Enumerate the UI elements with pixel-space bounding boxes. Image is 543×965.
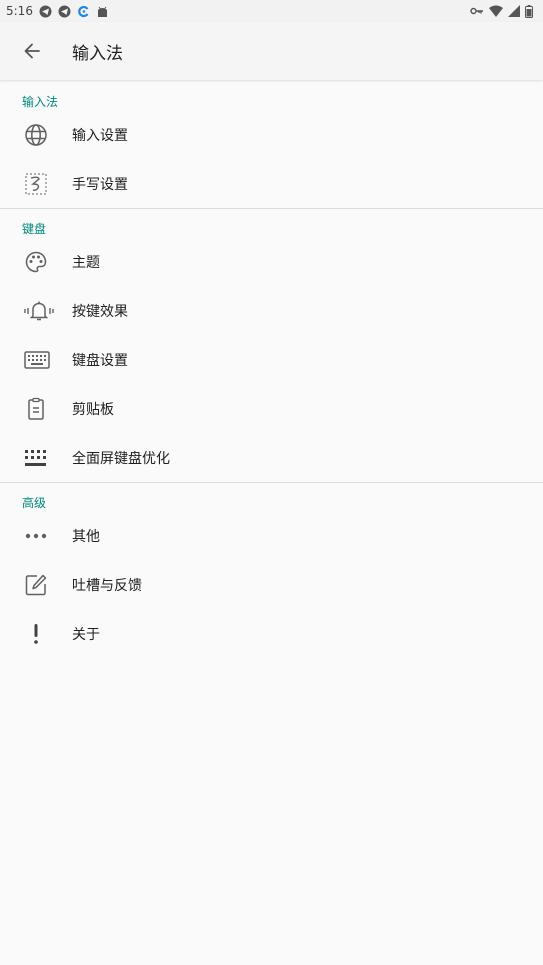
palette-icon	[0, 250, 72, 274]
status-time: 5:16	[6, 4, 33, 18]
pref-feedback[interactable]: 吐槽与反馈	[0, 560, 543, 609]
android-icon	[96, 5, 109, 18]
pref-handwriting-settings[interactable]: 手写设置	[0, 159, 543, 208]
telegram-icon	[58, 5, 71, 18]
vibrate-bell-icon	[0, 299, 72, 323]
pref-label: 键盘设置	[72, 352, 128, 369]
pref-about[interactable]: 关于	[0, 609, 543, 658]
status-bar: 5:16	[0, 0, 543, 22]
pref-keyboard-settings[interactable]: 键盘设置	[0, 335, 543, 384]
category-input-method: 输入法	[22, 95, 59, 109]
clipboard-icon	[0, 397, 72, 421]
pref-clipboard[interactable]: 剪贴板	[0, 384, 543, 433]
pref-label: 手写设置	[72, 176, 128, 193]
category-advanced: 高级	[22, 496, 47, 510]
preferences-list: 输入法 输入设置 手写设置 键盘 主题 按键效果 键盘设置 剪贴板 全面屏键盘优…	[0, 82, 543, 658]
keyboard-icon	[0, 350, 72, 370]
sync-icon	[77, 5, 90, 18]
page-title: 输入法	[72, 43, 123, 64]
battery-icon	[525, 4, 533, 18]
telegram-icon	[39, 5, 52, 18]
pref-input-settings[interactable]: 输入设置	[0, 110, 543, 159]
app-bar: 输入法	[0, 22, 543, 80]
back-button[interactable]	[0, 22, 64, 80]
vpn-key-icon	[470, 6, 484, 16]
pref-label: 剪贴板	[72, 401, 114, 418]
pref-label: 输入设置	[72, 127, 128, 144]
pref-label: 关于	[72, 626, 100, 643]
wifi-icon	[489, 5, 503, 17]
pref-label: 其他	[72, 528, 100, 545]
category-keyboard: 键盘	[22, 222, 47, 236]
signal-icon	[508, 5, 520, 17]
pref-theme[interactable]: 主题	[0, 237, 543, 286]
dots-grid-icon	[0, 448, 72, 468]
pref-label: 全面屏键盘优化	[72, 450, 170, 467]
exclamation-icon	[0, 622, 72, 646]
pref-other[interactable]: 其他	[0, 511, 543, 560]
pref-label: 吐槽与反馈	[72, 577, 142, 594]
pref-label: 按键效果	[72, 303, 128, 320]
more-dots-icon	[0, 524, 72, 548]
edit-icon	[0, 573, 72, 597]
pref-label: 主题	[72, 254, 100, 271]
arrow-back-icon	[23, 42, 41, 60]
globe-icon	[0, 123, 72, 147]
pref-key-effects[interactable]: 按键效果	[0, 286, 543, 335]
handwriting-icon	[0, 172, 72, 196]
pref-fullscreen-keyboard[interactable]: 全面屏键盘优化	[0, 433, 543, 482]
